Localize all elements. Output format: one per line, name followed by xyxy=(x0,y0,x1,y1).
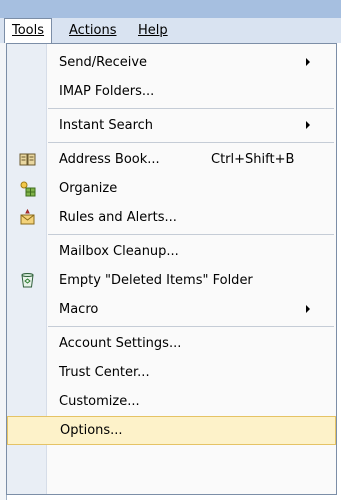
rules-alerts-icon xyxy=(19,208,36,226)
menu-item-label: Rules and Alerts... xyxy=(59,210,177,225)
window-strip xyxy=(0,0,341,18)
menu-actions-label: Actions xyxy=(69,23,117,38)
menu-item-instant-search[interactable]: Instant Search xyxy=(7,111,336,140)
menu-item-trust-center[interactable]: Trust Center... xyxy=(7,358,336,387)
menu-item-label: Empty "Deleted Items" Folder xyxy=(59,273,253,288)
menu-item-imap-folders[interactable]: IMAP Folders... xyxy=(7,77,336,106)
menu-separator xyxy=(48,234,334,235)
address-book-icon xyxy=(19,151,36,168)
menu-item-label: IMAP Folders... xyxy=(59,84,155,99)
menu-separator xyxy=(48,108,334,109)
menu-item-label: Macro xyxy=(59,302,99,317)
menu-item-options[interactable]: Options... xyxy=(7,416,336,445)
menu-item-customize[interactable]: Customize... xyxy=(7,387,336,416)
tools-dropdown-menu: Send/Receive IMAP Folders... Instant Sea… xyxy=(6,43,337,495)
menu-item-organize[interactable]: Organize xyxy=(7,174,336,203)
menu-separator xyxy=(48,142,334,143)
organize-icon xyxy=(19,180,36,197)
menu-item-empty-deleted-items[interactable]: Empty "Deleted Items" Folder xyxy=(7,266,336,295)
submenu-arrow-icon xyxy=(306,58,310,66)
menu-item-label: Organize xyxy=(59,181,118,196)
menu-item-account-settings[interactable]: Account Settings... xyxy=(7,329,336,358)
menu-bar: Tools Actions Help xyxy=(0,0,341,43)
menu-item-label: Send/Receive xyxy=(59,55,148,70)
submenu-arrow-icon xyxy=(306,121,310,129)
menu-item-rules-and-alerts[interactable]: Rules and Alerts... xyxy=(7,203,336,232)
menu-tools[interactable]: Tools xyxy=(4,18,53,43)
menu-item-label: Address Book... xyxy=(59,152,160,167)
menu-tools-label: Tools xyxy=(12,23,45,38)
menu-actions[interactable]: Actions xyxy=(62,18,124,43)
menu-item-shortcut: Ctrl+Shift+B xyxy=(211,152,295,167)
menu-help-label: Help xyxy=(138,23,168,38)
menu-item-label: Instant Search xyxy=(59,118,154,133)
menu-item-address-book[interactable]: Address Book... Ctrl+Shift+B xyxy=(7,145,336,174)
menu-item-label: Trust Center... xyxy=(59,365,150,380)
recycle-bin-icon xyxy=(19,272,36,289)
menu-separator xyxy=(48,326,334,327)
menu-item-macro[interactable]: Macro xyxy=(7,295,336,324)
menu-item-send-receive[interactable]: Send/Receive xyxy=(7,48,336,77)
menu-item-mailbox-cleanup[interactable]: Mailbox Cleanup... xyxy=(7,237,336,266)
menu-item-label: Options... xyxy=(60,423,123,438)
submenu-arrow-icon xyxy=(306,305,310,313)
menu-help[interactable]: Help xyxy=(131,18,175,43)
menu-item-label: Mailbox Cleanup... xyxy=(59,244,179,259)
menu-item-label: Account Settings... xyxy=(59,336,182,351)
menu-item-label: Customize... xyxy=(59,394,140,409)
